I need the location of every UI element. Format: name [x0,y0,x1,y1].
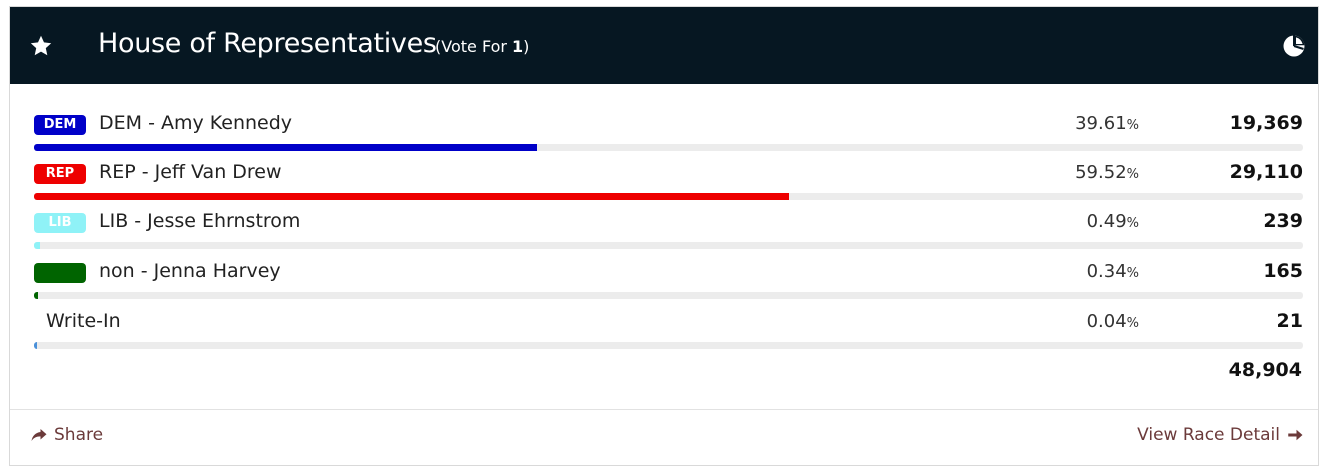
candidate-row: non - Jenna Harvey 0.34% 165 [34,260,1303,302]
race-card: House of Representatives (Vote For 1) DE… [9,6,1319,466]
vote-for-suffix: ) [523,37,530,56]
percent-sign: % [1126,316,1139,331]
candidate-votes: 21 [1276,310,1303,332]
footer-divider [10,409,1318,410]
percent-sign: % [1126,266,1139,281]
candidate-votes: 165 [1263,260,1303,282]
view-race-detail-label: View Race Detail [1137,425,1280,445]
race-header: House of Representatives (Vote For 1) [10,7,1318,84]
candidate-percent: 39.61% [1075,113,1139,134]
vote-share-bar-fill [34,193,790,200]
percent-sign: % [1126,167,1139,182]
vote-for-prefix: (Vote For [435,37,513,56]
percent-value: 59.52 [1075,162,1127,183]
vote-share-bar-track [34,144,1303,151]
candidate-row: REP REP - Jeff Van Drew 59.52% 29,110 [34,161,1303,203]
star-icon[interactable] [29,34,53,58]
candidate-row: LIB LIB - Jesse Ehrnstrom 0.49% 239 [34,210,1303,252]
candidate-percent: 0.04% [1087,311,1139,332]
share-arrow-icon [31,429,47,441]
party-badge: REP [34,164,86,184]
candidate-percent: 0.49% [1087,211,1139,232]
percent-value: 39.61 [1075,113,1127,134]
pie-chart-icon[interactable] [1282,34,1306,58]
candidate-votes: 29,110 [1229,161,1303,183]
candidate-votes: 19,369 [1229,112,1303,134]
candidate-row: Write-In 0.04% 21 [34,310,1303,352]
percent-value: 0.49 [1086,211,1127,232]
party-badge: DEM [34,115,86,135]
vote-share-bar-track [34,193,1303,200]
vote-share-bar-fill [34,144,537,151]
candidate-name: Write-In [46,310,121,332]
candidate-name: LIB - Jesse Ehrnstrom [99,210,301,232]
view-race-detail-link[interactable]: View Race Detail [1137,425,1304,445]
percent-sign: % [1126,118,1139,133]
candidate-row: DEM DEM - Amy Kennedy 39.61% 19,369 [34,112,1303,154]
vote-share-bar-track [34,292,1303,299]
race-title: House of Representatives [98,28,437,59]
vote-share-bar-track [34,242,1303,249]
candidate-percent: 59.52% [1075,162,1139,183]
arrow-right-icon [1288,429,1303,441]
share-label: Share [54,425,104,445]
vote-share-bar-fill [34,242,41,249]
party-badge [34,263,86,283]
share-link[interactable]: Share [30,425,103,445]
candidate-name: REP - Jeff Van Drew [99,161,282,183]
vote-share-bar-fill [34,342,38,349]
percent-value: 0.34 [1086,261,1127,282]
vote-share-bar-fill [34,292,39,299]
candidate-name: non - Jenna Harvey [99,260,281,282]
vote-for-count: 1 [512,37,524,56]
percent-sign: % [1126,216,1139,231]
vote-share-bar-track [34,342,1303,349]
party-badge: LIB [34,213,86,233]
candidate-percent: 0.34% [1087,261,1139,282]
candidate-votes: 239 [1263,210,1303,232]
vote-for-label: (Vote For 1) [435,37,529,56]
candidate-name: DEM - Amy Kennedy [99,112,293,134]
total-votes: 48,904 [1228,359,1302,381]
percent-value: 0.04 [1086,311,1127,332]
